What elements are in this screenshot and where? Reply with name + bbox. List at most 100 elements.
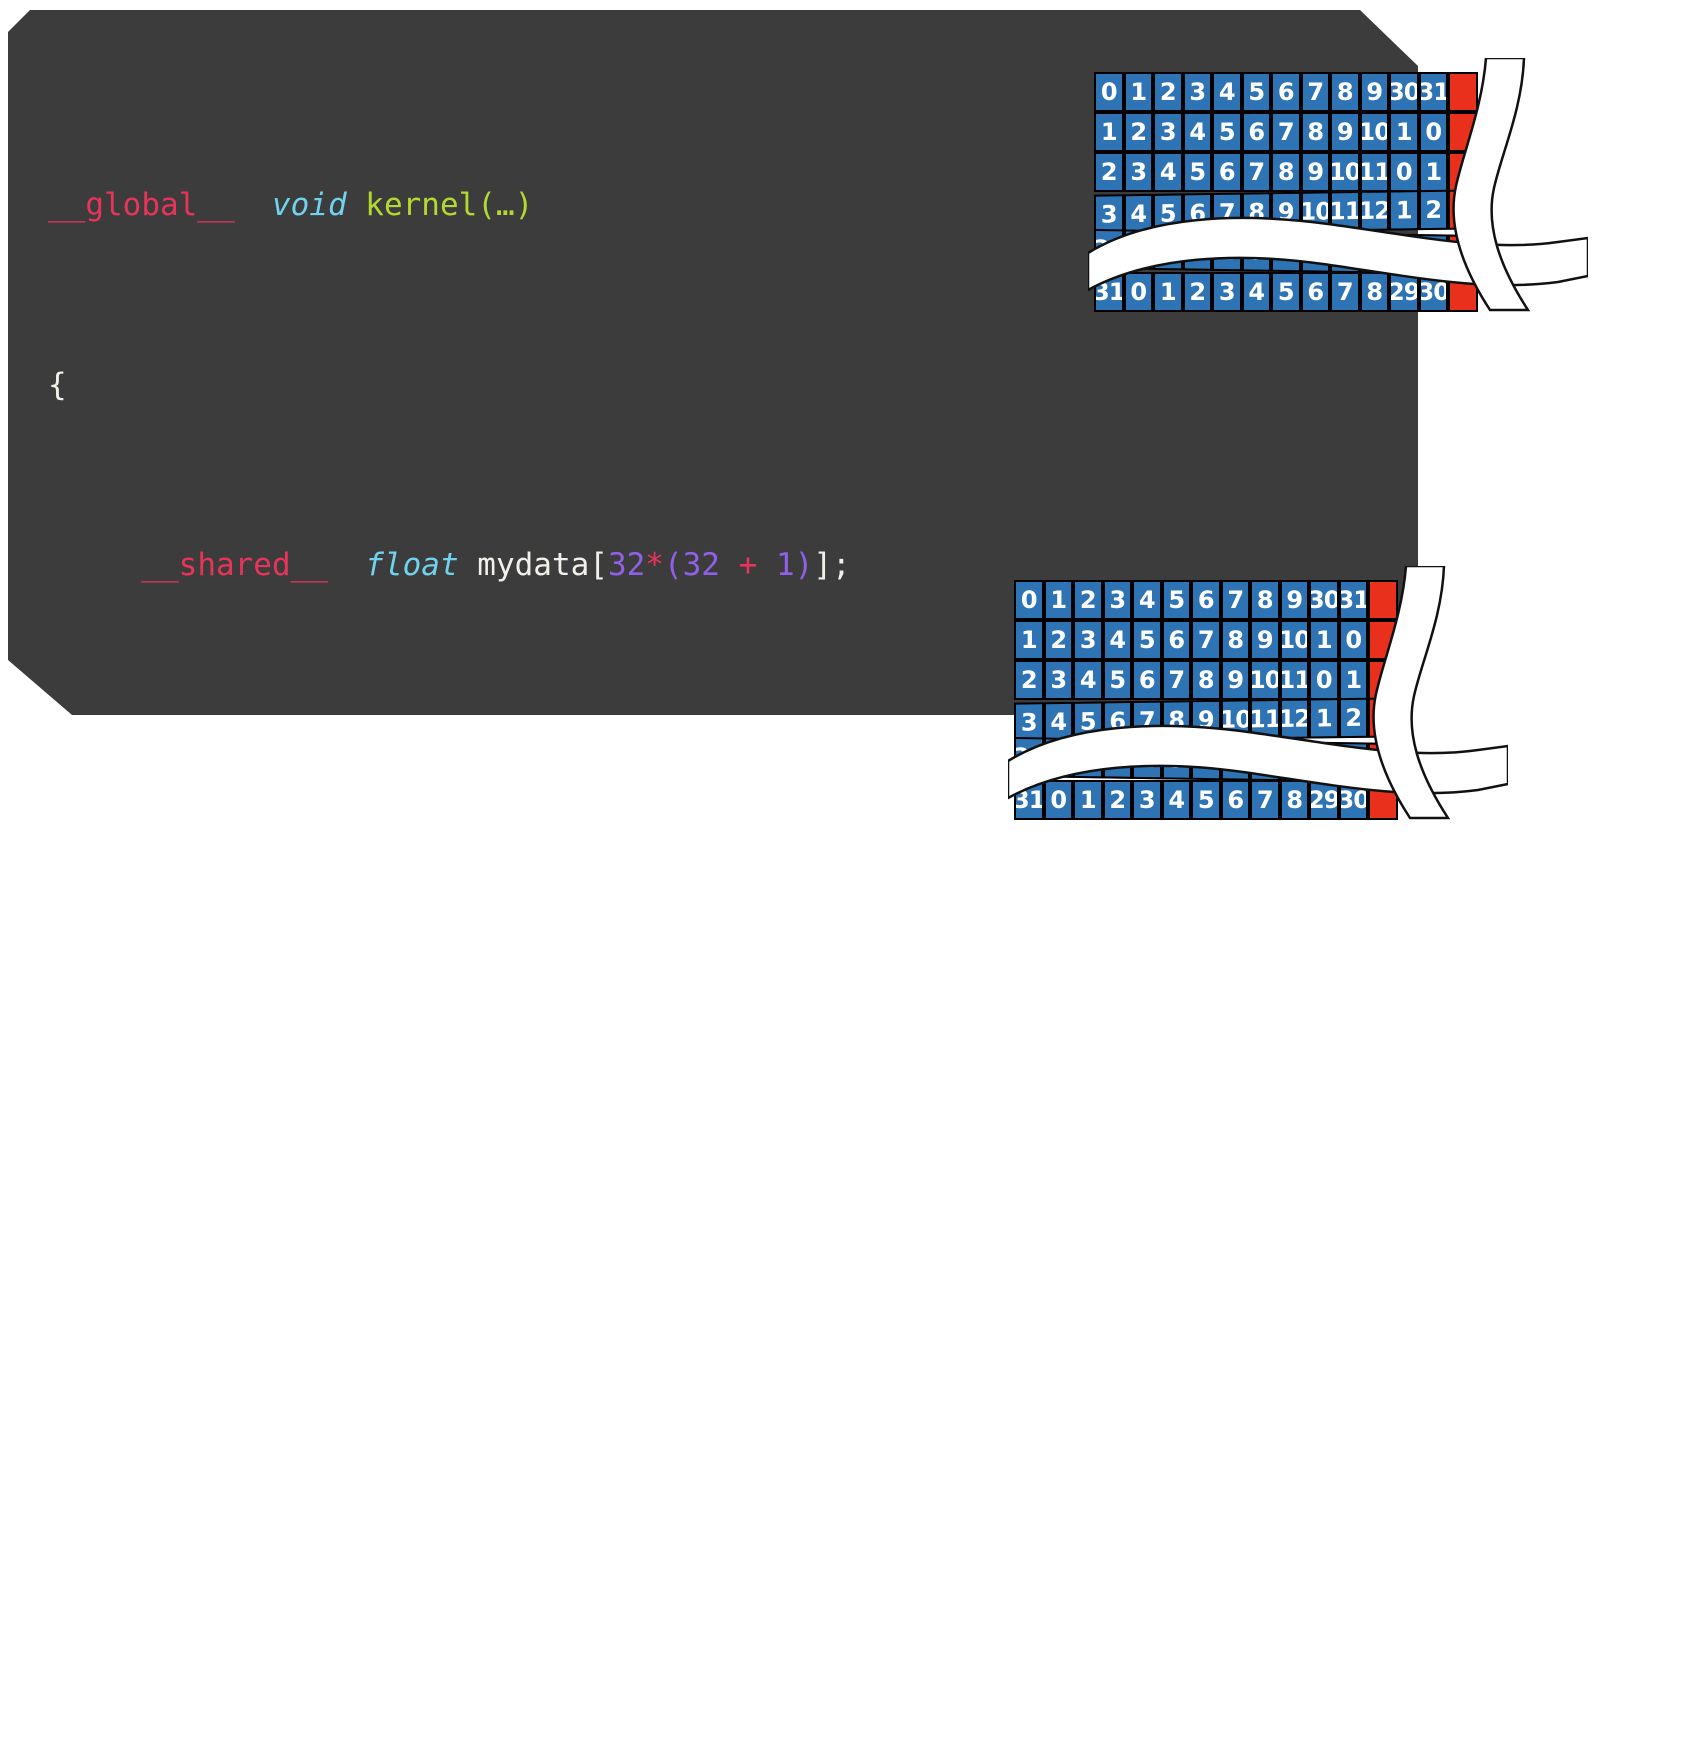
memory-cell: 7: [1330, 272, 1360, 312]
source-code-block: __global__ void kernel(…) { __shared__ f…: [48, 48, 1131, 1668]
memory-cell: 10: [1250, 660, 1280, 700]
memory-cell: 6: [1102, 701, 1132, 742]
memory-cell: 9: [1271, 191, 1301, 233]
memory-cell: 5: [1073, 701, 1103, 742]
memory-cell: 0: [1309, 660, 1339, 700]
memory-cell: 31: [1123, 229, 1153, 270]
memory-grid-row: 3 4 5 6 7 8 9 10 11 12 1 2: [1094, 189, 1478, 235]
memory-cell: 6: [1330, 232, 1360, 274]
memory-cell: 9: [1250, 620, 1280, 660]
token-bracket-close-1: ];: [813, 547, 851, 583]
memory-cell: 5: [1182, 152, 1212, 192]
memory-grid-row: 2 3 4 5 6 7 8 9 10 11 0 1: [1094, 152, 1478, 192]
memory-cell: 4: [1123, 193, 1153, 235]
memory-cell: 8: [1359, 272, 1389, 312]
token-kernel-args: (…): [477, 187, 534, 223]
memory-cell: 0: [1389, 152, 1419, 192]
token-semicolon-2: ;: [365, 1087, 385, 1123]
memory-cell: 2: [1418, 189, 1448, 231]
memory-cell: 3: [1132, 780, 1162, 820]
token-paren-close-2: ): [608, 1087, 627, 1123]
memory-cell: 8: [1330, 72, 1360, 112]
memory-cell: 7: [1300, 72, 1330, 112]
memory-grid-top: 0 1 2 3 4 5 6 7 8 9 30 31 1 2 3 4 5 6 7 8 9 10 1 0 2 3 4 5 6 7 8 9 10 11 0…: [1088, 58, 1588, 312]
token-kernel-name: kernel: [365, 187, 478, 223]
memory-cell: 1: [1338, 660, 1368, 700]
memory-cell: 1: [1389, 112, 1419, 152]
memory-cell: 29: [1418, 234, 1448, 275]
token-num-zero-1: 0: [328, 907, 347, 943]
memory-cell: 10: [1279, 620, 1309, 660]
code-line-3: …: [48, 723, 1131, 768]
token-op-assign-1: =: [290, 907, 310, 943]
token-i-2: i: [402, 1087, 422, 1123]
memory-cell: 28: [1309, 741, 1339, 783]
memory-cell: 1: [1043, 580, 1073, 620]
memory-cell: 5: [1220, 740, 1250, 781]
token-comment-1: //conflict free: [850, 1267, 1131, 1303]
token-num-zero-3: 0: [216, 1627, 235, 1663]
memory-cell: 30: [1094, 228, 1124, 270]
token-op-plus-assign-1: +=: [253, 1267, 291, 1303]
memory-cell: 3: [1102, 580, 1132, 620]
memory-cell: 1: [1309, 698, 1339, 739]
memory-cell: 11: [1279, 660, 1309, 700]
token-op-inc-1: ++: [552, 1087, 590, 1123]
memory-cell: 6: [1250, 740, 1280, 782]
token-array-name-1: mydata: [477, 547, 590, 583]
token-ellipsis-2: …: [104, 1447, 123, 1483]
token-array-name-2: mydata: [309, 1267, 422, 1303]
memory-cell: 0: [1043, 780, 1073, 820]
token-sum-2: sum: [178, 1267, 235, 1303]
token-float-keyword-2: float: [104, 907, 198, 943]
memory-grid-row: 1 2 3 4 5 6 7 8 9 10 1 0: [1094, 112, 1478, 152]
memory-cell: 12: [1359, 190, 1389, 231]
memory-cell: 11: [1359, 152, 1389, 192]
memory-cell: 6: [1132, 660, 1162, 700]
memory-grid-bottom-table: 0 1 2 3 4 5 6 7 8 9 30 31 1 2 3 4 5 6 7 8 9 10 1 0 2 3 4 5 6 7 8 9 10 11 0…: [1014, 580, 1398, 820]
memory-cell: 31: [1014, 780, 1044, 820]
token-num-33-a: 33: [738, 1267, 776, 1303]
memory-cell: 5: [1212, 112, 1242, 152]
padding-cell: [1368, 580, 1398, 620]
code-line-8: sum = 0;: [48, 1623, 1131, 1668]
memory-cell: 8: [1191, 660, 1221, 700]
memory-cell: 30: [1014, 736, 1044, 778]
memory-cell: 2: [1132, 738, 1162, 780]
memory-cell: 9: [1359, 72, 1389, 112]
padding-cell: [1368, 660, 1398, 700]
memory-cell: 2: [1153, 72, 1183, 112]
memory-cell: 1: [1123, 72, 1153, 112]
memory-cell: 8: [1271, 152, 1301, 192]
memory-cell: 5: [1271, 272, 1301, 312]
memory-cell: 0: [1094, 72, 1124, 112]
memory-cell: 31: [1338, 580, 1368, 620]
memory-cell: 1: [1182, 230, 1212, 271]
memory-cell: 5: [1161, 580, 1191, 620]
token-paren-open-2: (: [160, 1087, 179, 1123]
padding-cell: [1368, 697, 1398, 738]
memory-grid-row: 3 4 5 6 7 8 9 10 11 12 1 2: [1014, 697, 1398, 743]
memory-cell: 8: [1300, 112, 1330, 152]
memory-cell: 3: [1212, 272, 1242, 312]
memory-grid-row: 2 3 4 5 6 7 8 9 10 11 0 1: [1014, 660, 1398, 700]
code-line-0: __global__ void kernel(…): [48, 183, 1131, 228]
token-op-mul-1: *: [645, 547, 664, 583]
token-sum-1: sum: [216, 907, 272, 943]
memory-cell: 9: [1191, 699, 1221, 741]
token-global-keyword: __global__: [48, 187, 235, 223]
memory-cell: 3: [1153, 112, 1183, 152]
code-line-5: for(uint i = 0; i < 32; ++i): [48, 1083, 1131, 1128]
memory-cell: 7: [1191, 620, 1221, 660]
memory-cell: 0: [1153, 229, 1183, 271]
token-i-3: i: [589, 1087, 609, 1123]
memory-cell: 3: [1123, 152, 1153, 192]
memory-cell: 3: [1073, 620, 1103, 660]
memory-cell: 2: [1094, 152, 1124, 192]
token-num-32-b: 32: [682, 547, 720, 583]
token-paren-open-1: (: [663, 547, 683, 583]
memory-cell: 4: [1212, 72, 1242, 112]
token-ellipsis-1: …: [104, 727, 123, 763]
memory-cell: 4: [1241, 272, 1271, 312]
memory-cell: 6: [1271, 72, 1301, 112]
